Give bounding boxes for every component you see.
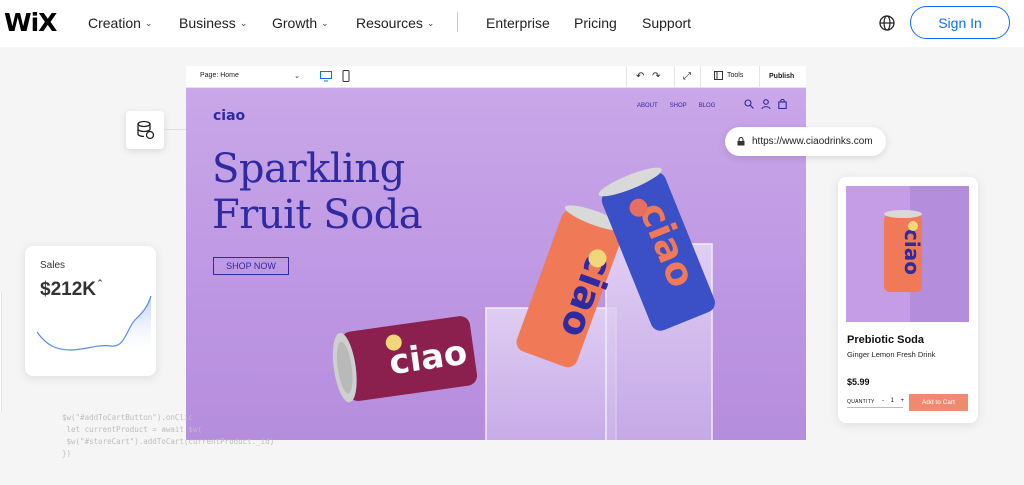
page-select-label: Page: Home — [200, 72, 239, 79]
quantity-underline — [847, 407, 903, 408]
code-snippet: $w("#addToCartButton").onClic let curren… — [62, 412, 274, 460]
site-menu-about[interactable]: ABOUT — [637, 103, 658, 109]
toolbar-divider — [700, 66, 701, 88]
product-can-image: ciao — [884, 210, 924, 292]
quantity-label: QUANTITY — [847, 399, 875, 405]
sales-sparkline — [36, 295, 152, 358]
tools-label: Tools — [727, 72, 744, 79]
cart-icon[interactable] — [778, 99, 787, 109]
site-icons — [744, 99, 787, 109]
chevron-down-icon: ⌄ — [321, 17, 329, 28]
database-icon — [137, 120, 155, 140]
nav-enterprise[interactable]: Enterprise — [486, 15, 550, 31]
quantity-stepper[interactable]: - 1 + — [882, 398, 904, 404]
product-image: ciao ciao ciao — [332, 167, 715, 440]
url-bar[interactable]: https://www.ciaodrinks.com — [725, 127, 886, 156]
desktop-view-icon[interactable] — [320, 70, 332, 82]
publish-button[interactable]: Publish — [769, 73, 794, 80]
chevron-down-icon: ⌄ — [294, 73, 300, 80]
chevron-down-icon: ⌄ — [426, 17, 435, 28]
nav-resources-label: Resources — [356, 15, 423, 31]
quantity-value: 1 — [890, 398, 894, 404]
site-menu-blog[interactable]: BLOG — [699, 103, 716, 109]
page-select[interactable]: Page: Home ⌄ — [200, 72, 300, 80]
tools-icon — [714, 71, 723, 80]
nav-creation-label: Creation — [88, 15, 141, 31]
site-menu: ABOUT SHOP BLOG — [637, 103, 715, 109]
toolbar-divider — [626, 66, 627, 88]
sign-in-button[interactable]: Sign In — [910, 6, 1010, 39]
nav-growth[interactable]: Growth ⌄ — [272, 15, 329, 31]
undo-icon[interactable]: ↶ — [636, 71, 644, 82]
nav-divider — [457, 12, 458, 32]
lock-icon — [737, 137, 745, 146]
wix-logo[interactable]: WiX — [4, 8, 57, 37]
mobile-view-icon[interactable] — [342, 70, 350, 82]
quantity-plus[interactable]: + — [900, 398, 904, 404]
tools-button[interactable]: Tools — [714, 71, 743, 80]
nav-business-label: Business — [179, 15, 236, 31]
zoom-out-icon[interactable]: ⤢ — [683, 71, 691, 82]
site-canvas: ciao ABOUT SHOP BLOG Sparkling Fruit Sod… — [186, 88, 806, 440]
connector-line — [164, 129, 186, 130]
user-icon[interactable] — [761, 99, 771, 109]
code-line: $w("#addToCartButton").onClic — [62, 413, 193, 422]
database-card — [126, 111, 164, 149]
left-panel-edge — [0, 293, 2, 411]
shop-now-button[interactable]: SHOP NOW — [213, 257, 289, 275]
product-card: ciao Prebiotic Soda Ginger Lemon Fresh D… — [838, 177, 978, 423]
search-icon[interactable] — [744, 99, 754, 109]
product-price: $5.99 — [847, 377, 870, 387]
chevron-down-icon: ⌄ — [144, 17, 153, 28]
product-subtitle: Ginger Lemon Fresh Drink — [847, 350, 936, 359]
code-line: let currentProduct = await $w( — [62, 425, 202, 434]
editor-toolbar: Page: Home ⌄ ↶ ↷ ⤢ Tools Publish — [186, 66, 806, 88]
top-nav: WiX Creation ⌄ Business ⌄ Growth ⌄ Resou… — [0, 0, 1024, 47]
product-card-image[interactable]: ciao — [846, 186, 969, 322]
nav-resources[interactable]: Resources ⌄ — [356, 15, 434, 31]
url-text: https://www.ciaodrinks.com — [752, 136, 873, 147]
nav-growth-label: Growth — [272, 15, 318, 31]
toolbar-divider — [674, 66, 675, 88]
globe-icon[interactable] — [878, 14, 896, 32]
quantity-minus[interactable]: - — [882, 398, 884, 404]
redo-icon[interactable]: ↷ — [652, 71, 660, 82]
toolbar-divider — [759, 66, 760, 88]
sales-card: Sales $212K ˆ — [25, 246, 156, 376]
nav-business[interactable]: Business ⌄ — [179, 15, 247, 31]
nav-support[interactable]: Support — [642, 15, 691, 31]
nav-pricing[interactable]: Pricing — [574, 15, 617, 31]
product-name: Prebiotic Soda — [847, 334, 925, 346]
sales-label: Sales — [40, 260, 66, 271]
site-menu-shop[interactable]: SHOP — [670, 103, 687, 109]
code-line: $w("#storeCart").addToCart(currentProduc… — [62, 437, 275, 446]
code-line: }) — [62, 449, 72, 458]
chevron-down-icon: ⌄ — [239, 17, 248, 28]
can-logo-small: ciao — [900, 229, 924, 275]
nav-creation[interactable]: Creation ⌄ — [88, 15, 152, 31]
site-logo[interactable]: ciao — [213, 108, 245, 124]
add-to-cart-button[interactable]: Add to Cart — [909, 394, 968, 411]
